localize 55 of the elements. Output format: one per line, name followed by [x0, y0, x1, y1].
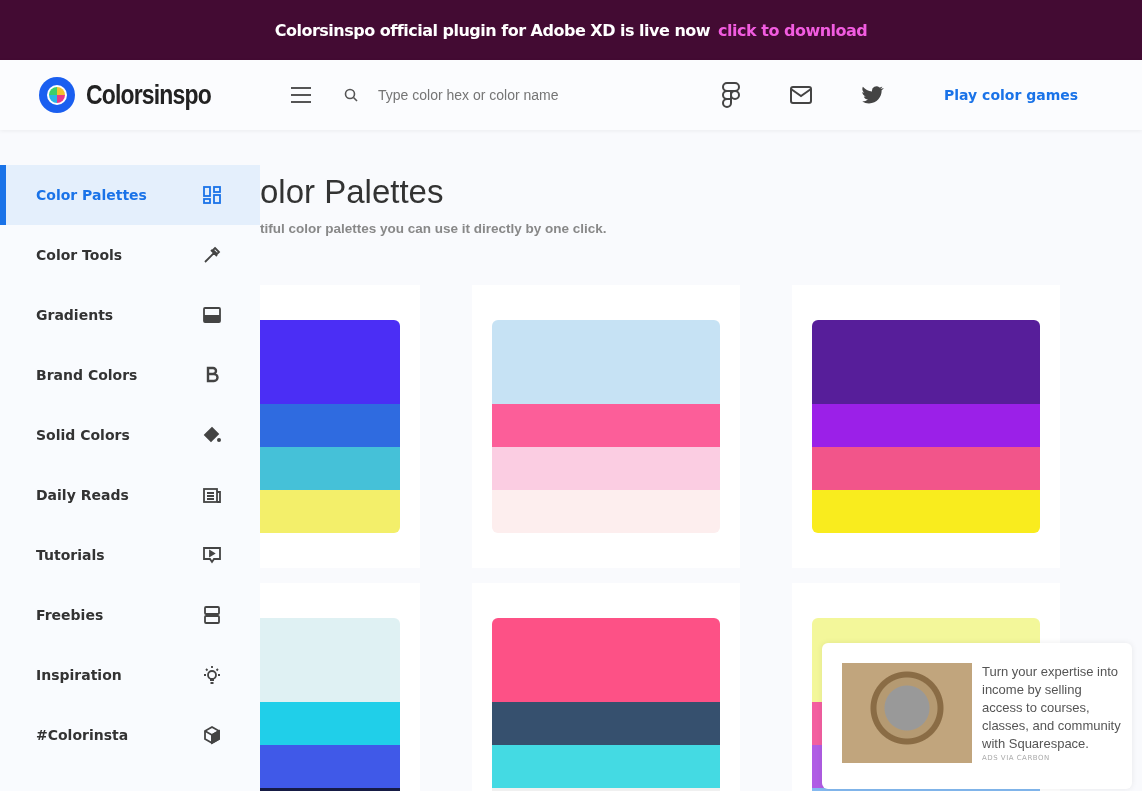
cube-icon: [202, 725, 222, 745]
color-swatch[interactable]: [260, 618, 400, 702]
logo-text: Colorsinspo: [86, 79, 211, 111]
color-swatch[interactable]: [260, 404, 400, 447]
sidebar-item[interactable]: Daily Reads: [0, 465, 260, 525]
logo-icon: [38, 76, 76, 114]
palette-card[interactable]: [792, 285, 1060, 568]
sidebar-item[interactable]: Inspiration: [0, 645, 260, 705]
page-subtitle: tiful color palettes you can use it directly by one click.: [260, 221, 608, 236]
palette-card[interactable]: [472, 583, 740, 791]
color-swatch[interactable]: [812, 320, 1040, 404]
news-icon: [202, 485, 222, 505]
sidebar-item[interactable]: Color Palettes: [0, 165, 260, 225]
sidebar-item[interactable]: Solid Colors: [0, 405, 260, 465]
menu-icon[interactable]: [290, 87, 312, 103]
bucket-icon: [202, 425, 222, 445]
palette-card[interactable]: [260, 583, 420, 791]
figma-icon[interactable]: [722, 82, 740, 108]
sidebar-item[interactable]: Gradients: [0, 285, 260, 345]
color-swatch[interactable]: [260, 320, 400, 404]
download-link[interactable]: click to download: [718, 20, 868, 40]
color-swatch[interactable]: [260, 702, 400, 745]
sidebar-item[interactable]: #Colorinsta: [0, 705, 260, 765]
freebies-icon: [202, 605, 222, 625]
dropper-icon: [202, 245, 222, 265]
color-swatch[interactable]: [492, 745, 720, 788]
color-swatch[interactable]: [492, 447, 720, 490]
mail-icon[interactable]: [790, 86, 812, 104]
color-swatch[interactable]: [492, 320, 720, 404]
grid-icon: [202, 185, 222, 205]
page-title: olor Palettes: [260, 173, 445, 211]
palette-card[interactable]: [260, 285, 420, 568]
color-swatch[interactable]: [812, 447, 1040, 490]
search-icon: [344, 88, 358, 102]
color-swatch[interactable]: [260, 447, 400, 490]
color-swatch[interactable]: [492, 404, 720, 447]
sidebar-item[interactable]: Tutorials: [0, 525, 260, 585]
play-games-link[interactable]: Play color games: [944, 87, 1079, 103]
sidebar-item[interactable]: Brand Colors: [0, 345, 260, 405]
color-swatch[interactable]: [492, 702, 720, 745]
color-swatch[interactable]: [492, 490, 720, 533]
video-icon: [202, 545, 222, 565]
gradient-icon: [202, 305, 222, 325]
sidebar-item[interactable]: Color Tools: [0, 225, 260, 285]
color-swatch[interactable]: [492, 618, 720, 702]
search-field[interactable]: Type color hex or color name: [344, 86, 714, 104]
color-swatch[interactable]: [260, 490, 400, 533]
sidebar-item[interactable]: Freebies: [0, 585, 260, 645]
ad-text[interactable]: Turn your expertise into income by selling access to courses, classes, and community with Squarespace.: [982, 663, 1122, 753]
bulb-icon: [202, 665, 222, 685]
bird-icon[interactable]: [862, 86, 884, 104]
color-swatch[interactable]: [812, 404, 1040, 447]
banner-text: Colorsinspo official plugin for Adobe XD is live now: [274, 20, 711, 40]
color-swatch[interactable]: [260, 745, 400, 788]
color-swatch[interactable]: [812, 490, 1040, 533]
